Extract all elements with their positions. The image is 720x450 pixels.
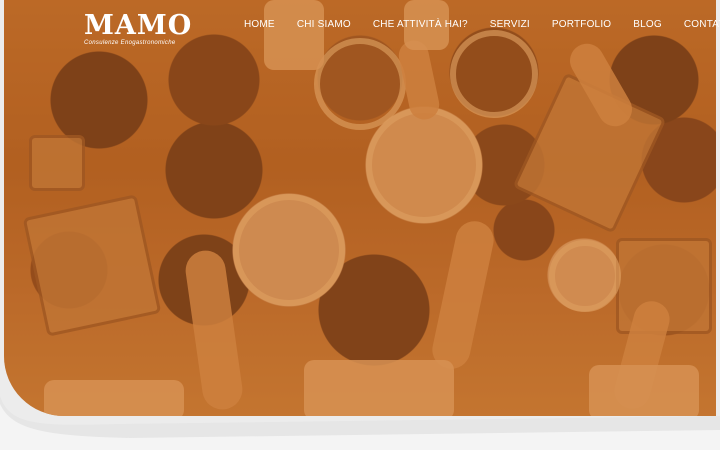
plate <box>314 38 406 130</box>
plate <box>233 194 345 306</box>
main-navigation: HOME CHI SIAMO CHE ATTIVITÀ HAI? SERVIZI… <box>244 19 720 30</box>
diner-arm <box>183 247 245 413</box>
nav-blog[interactable]: BLOG <box>633 19 662 30</box>
nav-che-attivita[interactable]: CHE ATTIVITÀ HAI? <box>373 19 468 30</box>
hero-banner <box>4 0 716 416</box>
hero-bottom-wave <box>0 396 720 450</box>
nav-contatti[interactable]: CONTATTI <box>684 19 720 30</box>
serving-board <box>22 194 162 337</box>
serving-board <box>512 72 667 234</box>
brand-logo[interactable]: MAMO Consulenze Enogastronomiche <box>84 10 193 47</box>
diner-arm <box>428 217 498 373</box>
brand-name: MAMO <box>84 10 193 41</box>
serving-board <box>616 238 712 334</box>
nav-servizi[interactable]: SERVIZI <box>490 19 530 30</box>
diner-arm <box>563 37 639 133</box>
serving-board <box>29 135 85 191</box>
diner-arm <box>396 37 442 123</box>
plate <box>549 240 621 312</box>
plate <box>450 30 538 118</box>
nav-portfolio[interactable]: PORTFOLIO <box>552 19 611 30</box>
nav-home[interactable]: HOME <box>244 19 275 30</box>
plate <box>366 107 482 223</box>
diner-sleeve <box>264 0 324 70</box>
nav-chi-siamo[interactable]: CHI SIAMO <box>297 19 351 30</box>
